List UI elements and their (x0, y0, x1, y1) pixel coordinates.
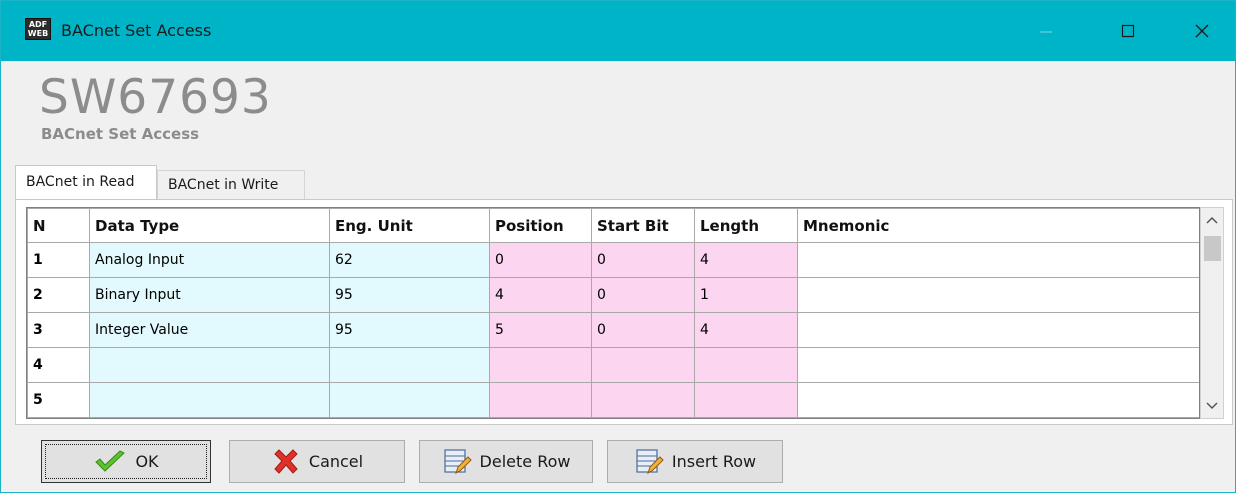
column-header-eng-unit[interactable]: Eng. Unit (329, 208, 490, 243)
ok-button-label: OK (135, 452, 159, 471)
cell-eng-unit[interactable] (329, 382, 490, 418)
column-header-mnemonic[interactable]: Mnemonic (797, 208, 1199, 243)
cell-length[interactable]: 4 (694, 242, 798, 278)
app-icon-text-top: ADF (28, 20, 48, 29)
cell-mnemonic[interactable] (797, 277, 1199, 313)
cell-length[interactable] (694, 382, 798, 418)
cell-eng-unit[interactable]: 95 (329, 277, 490, 313)
cell-position[interactable] (489, 382, 592, 418)
cell-n[interactable]: 3 (27, 312, 90, 348)
product-code: SW67693 (39, 70, 272, 125)
cell-eng-unit[interactable]: 62 (329, 242, 490, 278)
table-row[interactable]: 2 Binary Input 95 4 0 1 (27, 277, 1199, 313)
minimize-icon (1040, 31, 1052, 33)
column-header-start-bit[interactable]: Start Bit (591, 208, 695, 243)
maximize-button[interactable] (1105, 13, 1151, 49)
tab-bacnet-in-read[interactable]: BACnet in Read (15, 165, 157, 199)
cell-eng-unit[interactable]: 95 (329, 312, 490, 348)
cell-mnemonic[interactable] (797, 347, 1199, 383)
tab-panel: N Data Type Eng. Unit Position Start Bit… (15, 199, 1233, 425)
cancel-button[interactable]: Cancel (229, 440, 405, 483)
column-header-data-type[interactable]: Data Type (89, 208, 330, 243)
cell-start-bit[interactable]: 0 (591, 242, 695, 278)
cell-position[interactable]: 4 (489, 277, 592, 313)
cell-n[interactable]: 1 (27, 242, 90, 278)
cancel-button-label: Cancel (308, 452, 364, 471)
cell-n[interactable]: 2 (27, 277, 90, 313)
table-row[interactable]: 1 Analog Input 62 0 0 4 (27, 242, 1199, 278)
vertical-scrollbar[interactable] (1200, 207, 1224, 419)
table-row[interactable]: 5 (27, 382, 1199, 418)
cell-start-bit[interactable] (591, 347, 695, 383)
cell-data-type[interactable]: Integer Value (89, 312, 330, 348)
cell-length[interactable]: 1 (694, 277, 798, 313)
cell-start-bit[interactable]: 0 (591, 312, 695, 348)
cell-start-bit[interactable]: 0 (591, 277, 695, 313)
table-row[interactable]: 4 (27, 347, 1199, 383)
cell-n[interactable]: 4 (27, 347, 90, 383)
minimize-button[interactable] (1023, 13, 1069, 49)
close-button[interactable] (1179, 13, 1225, 49)
table-header-row: N Data Type Eng. Unit Position Start Bit… (27, 208, 1199, 243)
scroll-up-button[interactable] (1201, 208, 1223, 232)
checkmark-icon (93, 449, 127, 474)
cell-mnemonic[interactable] (797, 242, 1199, 278)
cell-eng-unit[interactable] (329, 347, 490, 383)
tab-bacnet-in-write[interactable]: BACnet in Write (157, 170, 305, 200)
cell-mnemonic[interactable] (797, 312, 1199, 348)
cell-data-type[interactable]: Binary Input (89, 277, 330, 313)
ok-button[interactable]: OK (41, 440, 211, 483)
cell-length[interactable] (694, 347, 798, 383)
table-row[interactable]: 3 Integer Value 95 5 0 4 (27, 312, 1199, 348)
red-x-icon (271, 447, 301, 477)
data-grid: N Data Type Eng. Unit Position Start Bit… (26, 207, 1200, 419)
column-header-n[interactable]: N (27, 208, 90, 243)
maximize-icon (1121, 24, 1135, 38)
cell-mnemonic[interactable] (797, 382, 1199, 418)
title-bar[interactable]: ADF WEB BACnet Set Access (1, 1, 1235, 61)
close-icon (1195, 24, 1209, 38)
scroll-down-button[interactable] (1201, 394, 1223, 418)
cell-n[interactable]: 5 (27, 382, 90, 418)
insert-row-button-label: Insert Row (671, 452, 757, 471)
window-title: BACnet Set Access (61, 21, 212, 40)
app-logo-icon: ADF WEB (25, 18, 51, 40)
delete-row-button[interactable]: Delete Row (419, 440, 593, 483)
cell-position[interactable] (489, 347, 592, 383)
insert-row-button[interactable]: Insert Row (607, 440, 783, 483)
cell-start-bit[interactable] (591, 382, 695, 418)
cell-position[interactable]: 5 (489, 312, 592, 348)
column-header-length[interactable]: Length (694, 208, 798, 243)
cell-position[interactable]: 0 (489, 242, 592, 278)
bacnet-table: N Data Type Eng. Unit Position Start Bit… (27, 208, 1199, 418)
table-pencil-icon (442, 447, 472, 477)
column-header-position[interactable]: Position (489, 208, 592, 243)
table-pencil-icon (634, 447, 664, 477)
cell-length[interactable]: 4 (694, 312, 798, 348)
app-icon-text-bottom: WEB (27, 29, 49, 38)
dialog-window: ADF WEB BACnet Set Access SW67693 BACnet… (0, 0, 1236, 493)
product-subtitle: BACnet Set Access (41, 125, 200, 143)
scrollbar-thumb[interactable] (1204, 236, 1221, 261)
cell-data-type[interactable] (89, 347, 330, 383)
cell-data-type[interactable]: Analog Input (89, 242, 330, 278)
chevron-up-icon (1206, 216, 1218, 224)
chevron-down-icon (1206, 402, 1218, 410)
cell-data-type[interactable] (89, 382, 330, 418)
delete-row-button-label: Delete Row (479, 452, 571, 471)
